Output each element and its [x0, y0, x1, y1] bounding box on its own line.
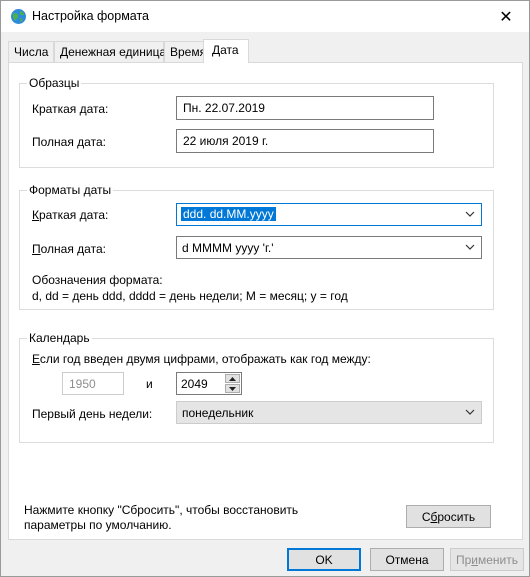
close-button[interactable]: ✕: [483, 1, 529, 32]
sample-long-value: 22 июля 2019 г.: [176, 129, 434, 153]
calendar-group-title: Календарь: [27, 331, 92, 345]
samples-group-title: Образцы: [27, 76, 82, 90]
tab-currency[interactable]: Денежная единица: [54, 41, 166, 62]
short-format-value: ddd. dd.MM.yyyy: [181, 207, 276, 221]
short-format-label: Краткая дата:: [32, 208, 109, 222]
caret-down-icon: [229, 386, 236, 391]
two-digit-year-label: Если год введен двумя цифрами, отображат…: [32, 352, 371, 366]
title-bar: Настройка формата ✕: [1, 1, 529, 32]
close-icon: ✕: [499, 8, 513, 26]
sample-long-label: Полная дата:: [32, 135, 106, 149]
date-formats-group: Форматы даты Краткая дата: ddd. dd.MM.yy…: [19, 183, 494, 310]
year-from-field: 1950: [62, 372, 124, 395]
date-tab-panel: Образцы Краткая дата: Пн. 22.07.2019 Пол…: [8, 62, 523, 540]
cancel-button[interactable]: Отмена: [370, 548, 444, 571]
long-format-value: d MMMM yyyy 'г.': [182, 241, 274, 255]
long-format-label: Полная дата:: [32, 242, 106, 256]
year-to-spinner[interactable]: 2049: [176, 372, 242, 395]
format-notation-legend: d, dd = день ddd, dddd = день недели; M …: [32, 289, 348, 303]
short-format-combobox[interactable]: ddd. dd.MM.yyyy: [176, 203, 482, 226]
calendar-group: Календарь Если год введен двумя цифрами,…: [19, 331, 494, 443]
year-to-value: 2049: [181, 377, 208, 391]
apply-button[interactable]: Пр и менить: [450, 548, 524, 571]
spin-down-button[interactable]: [225, 384, 240, 393]
sample-short-value: Пн. 22.07.2019: [176, 96, 434, 120]
chevron-down-icon: [465, 409, 475, 415]
ok-button[interactable]: OK: [287, 548, 361, 571]
reset-button[interactable]: Сб росить: [406, 505, 491, 528]
first-day-value: понедельник: [182, 406, 254, 420]
tab-numbers[interactable]: Числа: [8, 41, 54, 62]
year-and-label: и: [146, 377, 153, 391]
long-format-combobox[interactable]: d MMMM yyyy 'г.': [176, 236, 482, 259]
tab-date[interactable]: Дата: [203, 39, 249, 63]
sample-short-label: Краткая дата:: [32, 102, 109, 116]
reset-hint-line1: Нажмите кнопку "Сбросить", чтобы восстан…: [24, 503, 299, 517]
format-settings-window: Настройка формата ✕ Числа Денежная едини…: [0, 0, 530, 577]
reset-hint-line2: параметры по умолчанию.: [24, 518, 172, 532]
chevron-down-icon: [465, 211, 475, 217]
date-formats-group-title: Форматы даты: [27, 183, 114, 197]
chevron-down-icon: [465, 244, 475, 250]
samples-group: Образцы Краткая дата: Пн. 22.07.2019 Пол…: [19, 76, 494, 168]
first-day-combobox[interactable]: понедельник: [176, 401, 482, 424]
first-day-label: Первый день недели:: [32, 407, 153, 421]
spin-up-button[interactable]: [225, 374, 240, 383]
caret-up-icon: [229, 376, 236, 381]
format-notation-title: Обозначения формата:: [32, 273, 163, 287]
window-title: Настройка формата: [32, 9, 150, 23]
tab-time[interactable]: Время: [164, 41, 206, 62]
globe-icon: [11, 9, 26, 24]
